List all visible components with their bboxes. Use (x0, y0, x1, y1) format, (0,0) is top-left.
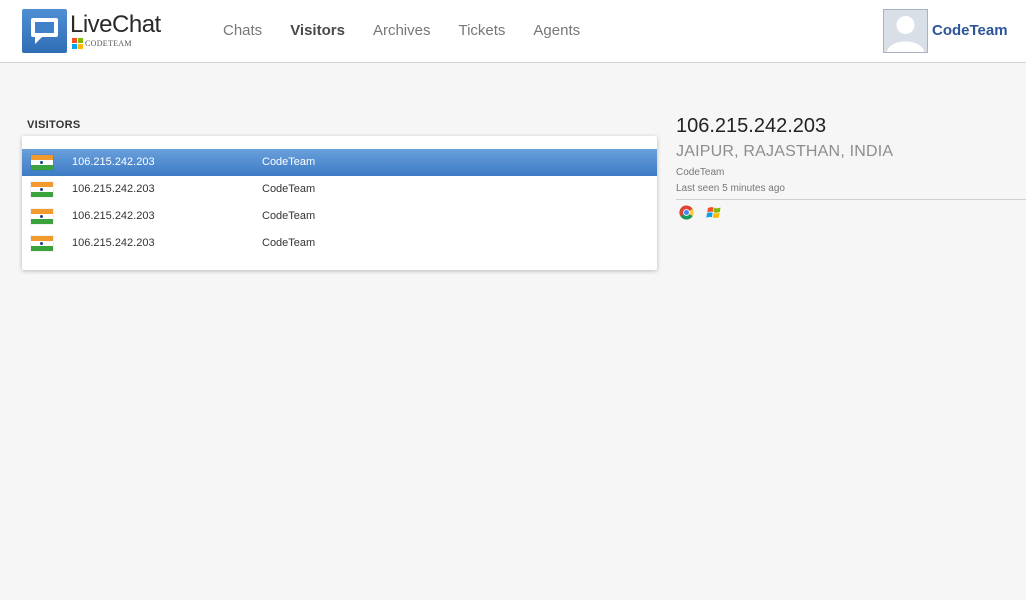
india-flag-icon (31, 236, 53, 251)
main-nav: Chats Visitors Archives Tickets Agents (223, 22, 608, 39)
windows-logo-icon (72, 38, 83, 49)
app-subtitle: CODETEAM (72, 38, 132, 49)
visitor-row[interactable]: 106.215.242.203 CodeTeam (22, 176, 657, 203)
livechat-logo[interactable]: LiveChat CODETEAM (22, 9, 162, 55)
chat-bubble-icon (22, 9, 67, 53)
detail-last-seen: Last seen 5 minutes ago (676, 183, 785, 194)
india-flag-icon (31, 209, 53, 224)
nav-visitors[interactable]: Visitors (290, 22, 345, 39)
visitor-ip: 106.215.242.203 (72, 237, 155, 249)
top-header: LiveChat CODETEAM Chats Visitors Archive… (0, 0, 1026, 63)
visitor-name: CodeTeam (262, 156, 316, 168)
visitors-section-title: VISITORS (27, 119, 81, 131)
visitors-list: 106.215.242.203 CodeTeam 106.215.242.203… (22, 136, 657, 270)
user-silhouette-icon (884, 10, 927, 52)
app-subtitle-text: CODETEAM (85, 39, 132, 48)
visitor-name: CodeTeam (262, 210, 316, 222)
user-name[interactable]: CodeTeam (932, 22, 1008, 39)
detail-location: JAIPUR, RAJASTHAN, INDIA (676, 143, 894, 160)
india-flag-icon (31, 182, 53, 197)
visitor-ip: 106.215.242.203 (72, 183, 155, 195)
visitor-row[interactable]: 106.215.242.203 CodeTeam (22, 203, 657, 230)
nav-archives[interactable]: Archives (373, 22, 431, 39)
visitor-row[interactable]: 106.215.242.203 CodeTeam (22, 149, 657, 176)
chrome-icon (679, 205, 694, 220)
visitor-row[interactable]: 106.215.242.203 CodeTeam (22, 230, 657, 257)
detail-visitor-name: CodeTeam (676, 167, 725, 178)
nav-tickets[interactable]: Tickets (458, 22, 505, 39)
detail-divider (676, 199, 1026, 200)
visitor-name: CodeTeam (262, 183, 316, 195)
windows-icon (706, 205, 722, 220)
visitor-name: CodeTeam (262, 237, 316, 249)
india-flag-icon (31, 155, 53, 170)
visitor-ip: 106.215.242.203 (72, 210, 155, 222)
nav-chats[interactable]: Chats (223, 22, 262, 39)
avatar[interactable] (883, 9, 928, 53)
visitor-ip: 106.215.242.203 (72, 156, 155, 168)
app-name: LiveChat (70, 11, 161, 38)
detail-ip: 106.215.242.203 (676, 115, 827, 137)
nav-agents[interactable]: Agents (533, 22, 580, 39)
